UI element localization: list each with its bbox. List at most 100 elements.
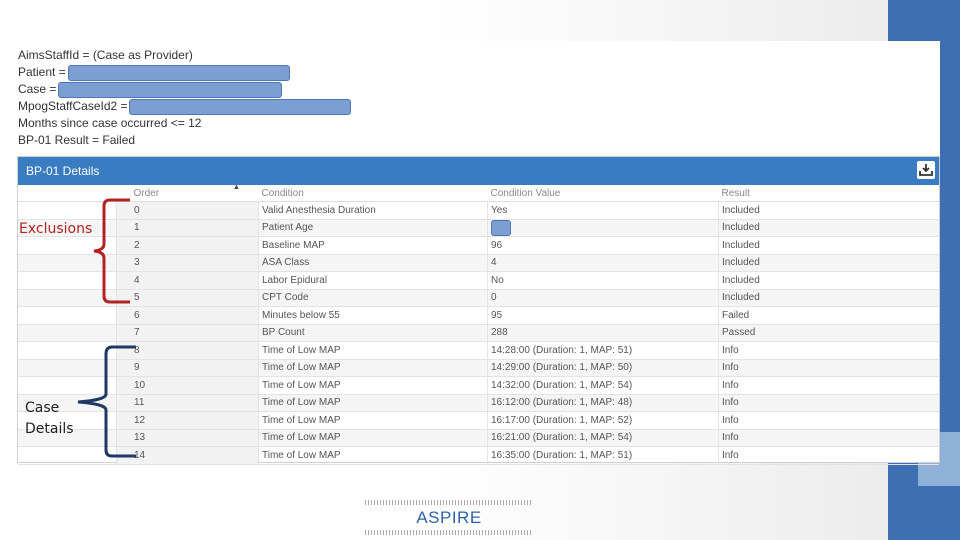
condition-cell: Time of Low MAP [258,376,488,395]
condition-cell: Time of Low MAP [258,359,488,377]
table-row[interactable]: 10 Time of Low MAP 14:32:00 (Duration: 1, … [18,376,939,395]
result-cell: Info [718,376,939,395]
sort-icon: ▲ [232,182,241,191]
logo-text: ASPIRE [416,508,482,527]
order-cell: 4 [116,271,259,290]
order-cell: 0 [116,201,259,220]
filter-case: Case = [18,81,282,98]
table-row[interactable]: 13 Time of Low MAP 16:21:00 (Duration: 1, … [18,429,939,447]
condition-value-cell [487,219,719,237]
redacted-value [491,219,511,236]
panel-title: BP-01 Details [26,164,100,178]
condition-value-cell: 16:35:00 (Duration: 1, MAP: 51) [487,446,719,465]
download-icon[interactable] [917,161,935,179]
result-cell: Info [718,359,939,377]
column-header-order[interactable]: ▲ Order [116,182,259,202]
order-cell: 3 [116,254,259,272]
condition-cell: Time of Low MAP [258,411,488,430]
result-cell: Included [718,271,939,290]
table-row[interactable]: 0 Valid Anesthesia Duration Yes Included [18,201,939,220]
details-panel: BP-01 Details ▲ Order Condition Condition… [17,156,940,465]
result-cell: Info [718,341,939,360]
details-table: ▲ Order Condition Condition Value Result … [18,182,939,465]
condition-cell: Baseline MAP [258,236,488,255]
case-label-line1: Case [25,400,60,416]
column-header-condition-value[interactable]: Condition Value [487,185,719,202]
result-cell: Included [718,289,939,307]
condition-value-cell: Yes [487,201,719,220]
condition-value-cell: 16:12:00 (Duration: 1, MAP: 48) [487,394,719,412]
panel-header: BP-01 Details [18,157,939,185]
condition-cell: ASA Class [258,254,488,272]
order-cell: 7 [116,324,259,342]
condition-cell: Minutes below 55 [258,306,488,325]
condition-cell: Labor Epidural [258,271,488,290]
filter-patient: Patient = [18,64,290,81]
table-row[interactable]: 3 ASA Class 4 Included [18,254,939,272]
filter-text: Patient = [18,65,66,79]
filter-text: BP-01 Result = Failed [18,133,136,147]
condition-value-cell: 96 [487,236,719,255]
row-blank-cell [18,324,117,342]
redacted-staff [129,99,351,115]
table-row[interactable]: 5 CPT Code 0 Included [18,289,939,307]
condition-cell: Time of Low MAP [258,341,488,360]
logo-ticks [365,500,533,505]
case-details-label: Case Details [25,398,74,440]
condition-cell: Valid Anesthesia Duration [258,201,488,220]
condition-cell: Time of Low MAP [258,394,488,412]
result-cell: Info [718,429,939,447]
table-row[interactable]: 4 Labor Epidural No Included [18,271,939,290]
condition-value-cell: 14:28:00 (Duration: 1, MAP: 51) [487,341,719,360]
result-cell: Failed [718,306,939,325]
case-details-brace-icon [77,345,136,458]
filter-mpog-staff: MpogStaffCaseId2 = [18,98,351,115]
condition-cell: Patient Age [258,219,488,237]
condition-value-cell: 0 [487,289,719,307]
table-row[interactable]: 2 Baseline MAP 96 Included [18,236,939,255]
filter-months: Months since case occurred <= 12 [18,115,201,132]
table-row[interactable]: 6 Minutes below 55 95 Failed [18,306,939,325]
condition-value-cell: 16:21:00 (Duration: 1, MAP: 54) [487,429,719,447]
condition-cell: CPT Code [258,289,488,307]
column-header-result[interactable]: Result [718,185,939,202]
redacted-case [58,82,282,98]
condition-value-cell: 288 [487,324,719,342]
table-row[interactable]: 7 BP Count 288 Passed [18,324,939,342]
condition-value-cell: 95 [487,306,719,325]
filter-summary: AimsStaffId = (Case as Provider) Patient… [18,47,351,149]
result-cell: Info [718,411,939,430]
result-cell: Included [718,236,939,255]
case-label-line2: Details [25,421,74,437]
column-header-condition[interactable]: Condition [258,185,488,202]
table-row[interactable]: 12 Time of Low MAP 16:17:00 (Duration: 1, … [18,411,939,430]
table-row[interactable]: 14 Time of Low MAP 16:35:00 (Duration: 1, … [18,446,939,465]
condition-cell: BP Count [258,324,488,342]
filter-text: Months since case occurred <= 12 [18,116,202,130]
filter-text: Case = [18,82,57,96]
report-screenshot: AimsStaffId = (Case as Provider) Patient… [13,41,940,465]
order-cell: 6 [116,306,259,325]
order-cell: 1 [116,219,259,237]
result-cell: Included [718,219,939,237]
condition-value-cell: 4 [487,254,719,272]
result-cell: Info [718,446,939,465]
aspire-logo: ASPIRE [365,500,533,536]
result-cell: Info [718,394,939,412]
condition-value-cell: 14:32:00 (Duration: 1, MAP: 54) [487,376,719,395]
exclusions-brace-icon [93,198,130,304]
table-row[interactable]: 9 Time of Low MAP 14:29:00 (Duration: 1, M… [18,359,939,377]
redacted-patient [68,65,290,81]
table-header-row: ▲ Order Condition Condition Value Result [18,182,939,202]
table-row[interactable]: 11 Time of Low MAP 16:12:00 (Duration: 1, … [18,394,939,412]
row-blank-cell [18,306,117,325]
condition-value-cell: 16:17:00 (Duration: 1, MAP: 52) [487,411,719,430]
table-row[interactable]: 1 Patient Age Included [18,219,939,237]
table-row[interactable]: 8 Time of Low MAP 14:28:00 (Duration: 1, M… [18,341,939,360]
condition-cell: Time of Low MAP [258,429,488,447]
condition-cell: Time of Low MAP [258,446,488,465]
condition-value-cell: No [487,271,719,290]
order-cell: 2 [116,236,259,255]
logo-ticks [365,530,533,535]
filter-text: MpogStaffCaseId2 = [18,99,128,113]
